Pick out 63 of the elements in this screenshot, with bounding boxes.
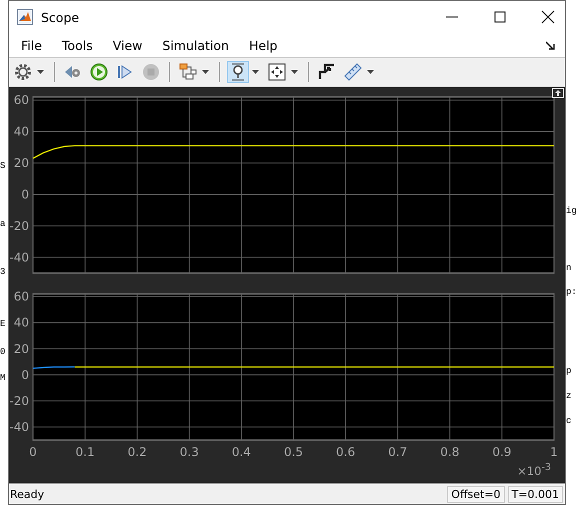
caret-icon	[367, 70, 374, 74]
x-tick-label: 0.8	[440, 445, 460, 459]
maximize-icon[interactable]	[493, 10, 507, 24]
background-text: p:	[566, 286, 576, 298]
fit-to-view-icon	[267, 62, 287, 82]
signal-blocks-icon	[178, 62, 198, 82]
status-text: Ready	[10, 488, 44, 500]
caret-icon	[202, 70, 209, 74]
menu-item[interactable]: Simulation	[156, 36, 235, 54]
x-tick-label: 0.9	[492, 445, 512, 459]
background-text: 3	[0, 266, 6, 278]
background-text: ig	[566, 205, 576, 217]
zoom-icon	[228, 62, 248, 82]
y-tick-label: 20	[14, 342, 29, 356]
y-tick-label: -40	[9, 250, 29, 264]
x-tick-label: 0.3	[180, 445, 199, 459]
status-field: T=0.001	[508, 486, 563, 502]
x-tick-label: 1	[550, 445, 558, 459]
y-tick-label: 40	[14, 124, 29, 139]
axis-multiplier: ×10$^{-3}$	[517, 462, 551, 478]
background-text: c	[566, 415, 572, 427]
ruler-icon	[343, 62, 363, 82]
background-text: n	[566, 262, 572, 274]
status-field: Offset=0	[447, 486, 505, 502]
run-icon	[89, 62, 109, 82]
undock-icon[interactable]	[552, 88, 564, 98]
close-icon[interactable]	[541, 10, 555, 24]
gear-icon	[13, 62, 33, 82]
stop-icon	[141, 62, 161, 82]
background-text: E	[0, 318, 6, 330]
menu-item[interactable]: Tools	[56, 36, 99, 54]
caret-icon	[37, 70, 44, 74]
y-tick-label: 0	[21, 368, 29, 382]
background-text: 0	[0, 346, 6, 358]
caret-icon	[252, 70, 259, 74]
background-text: a	[0, 218, 6, 230]
dock-arrow-icon[interactable]	[546, 40, 555, 50]
x-tick-label: 0.5	[284, 445, 304, 459]
y-tick-label: 20	[14, 156, 29, 170]
trigger-icon	[317, 62, 337, 82]
x-tick-label: 0.6	[336, 445, 356, 459]
window-title: Scope	[41, 10, 80, 24]
background-text: p	[566, 365, 572, 377]
menu-item[interactable]: View	[106, 36, 148, 54]
background-text: S	[0, 160, 6, 172]
y-tick-label: 60	[14, 290, 29, 304]
y-tick-label: -40	[9, 420, 29, 434]
menu-item[interactable]: File	[15, 36, 48, 54]
menu-item[interactable]: Help	[242, 36, 284, 54]
app-icon	[17, 9, 33, 25]
background-text: z	[566, 390, 572, 402]
background-text: M	[0, 372, 6, 384]
y-tick-label: -20	[9, 218, 29, 233]
x-tick-label: 0.7	[388, 445, 408, 459]
x-tick-label: 0.2	[128, 445, 147, 459]
x-tick-label: 0.4	[232, 445, 251, 459]
y-tick-label: 40	[14, 316, 29, 330]
x-tick-label: 0	[29, 445, 37, 459]
x-tick-label: 0.1	[76, 445, 95, 459]
y-tick-label: 60	[14, 93, 29, 108]
caret-icon	[291, 70, 298, 74]
y-tick-label: 0	[21, 187, 29, 202]
y-tick-label: -20	[9, 394, 29, 408]
